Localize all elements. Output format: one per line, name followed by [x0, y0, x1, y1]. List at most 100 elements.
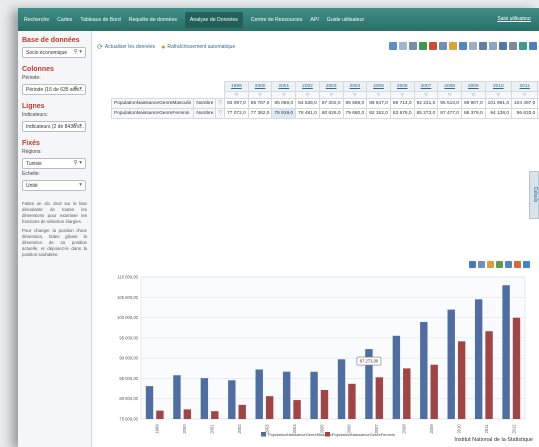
chart-bar[interactable]: [282, 371, 291, 419]
year-header[interactable]: 2001: [271, 81, 297, 92]
chart-bar[interactable]: [420, 322, 428, 419]
table-cell[interactable]: 98 907,0: [460, 98, 486, 109]
year-header[interactable]: 2010: [484, 81, 513, 92]
chart-bar[interactable]: [255, 369, 263, 419]
year-header[interactable]: 1999: [224, 81, 249, 92]
stacked-chart-icon[interactable]: [496, 261, 503, 268]
column-filter-icon[interactable]: ▽: [437, 91, 462, 99]
grid-icon[interactable]: [489, 42, 497, 50]
table-cell[interactable]: 104 497,0: [510, 98, 539, 109]
table-cell[interactable]: 88 379,0: [460, 108, 486, 119]
table-cell[interactable]: 76 919,0: [271, 108, 297, 119]
export-excel-icon[interactable]: [419, 42, 427, 50]
map-icon[interactable]: [519, 42, 527, 50]
nav-tableaux-de-bord[interactable]: Tableaux de Bord: [80, 17, 120, 23]
details-tab[interactable]: Détails: [529, 171, 539, 219]
column-filter-icon[interactable]: ▽: [510, 91, 539, 99]
table-cell[interactable]: 87 202,0: [318, 98, 344, 109]
table-cell[interactable]: 85 787,0: [247, 98, 273, 109]
scatter-chart-icon[interactable]: [505, 261, 512, 268]
column-filter-icon[interactable]: ▽: [271, 91, 297, 99]
column-filter-icon[interactable]: ▽: [366, 91, 391, 99]
table-cell[interactable]: 95 513,0: [437, 98, 462, 109]
nav-guide-utilisateur[interactable]: Guide utilisateur: [327, 17, 365, 23]
year-header[interactable]: 2003: [318, 81, 344, 92]
export-pdf-icon[interactable]: [429, 42, 437, 50]
period-select[interactable]: Période (15 de 635 séle... ⚲ ▾: [22, 84, 86, 95]
table-cell[interactable]: 87 477,0: [437, 108, 462, 119]
chart-bar[interactable]: [485, 331, 493, 419]
table-cell[interactable]: 84 539,0: [295, 98, 320, 109]
chart-bar[interactable]: [320, 389, 329, 419]
row-filter-icon[interactable]: ▽: [215, 98, 226, 109]
table-cell[interactable]: 80 626,0: [318, 108, 344, 119]
search-dropdown-icon[interactable]: ⚲ ▾: [74, 49, 82, 55]
table-cell[interactable]: 77 362,0: [247, 108, 273, 119]
indicators-select[interactable]: Indicateurs (2 de 8436 s... ⚲ ▾: [22, 121, 86, 132]
column-filter-icon[interactable]: ▽: [413, 91, 439, 99]
search-dropdown-icon[interactable]: ⚲ ▾: [74, 86, 82, 92]
help-icon[interactable]: [529, 42, 537, 50]
nav-analyse-de-donnees[interactable]: Analyse de Données: [184, 11, 243, 28]
bar-chart-icon[interactable]: [469, 261, 476, 268]
scale-select[interactable]: Unité ▾: [22, 180, 86, 191]
row-label[interactable]: PopulationNaissanceGenreMasculin: [110, 98, 195, 109]
table-cell[interactable]: 94 138,0: [484, 108, 513, 119]
chart-toggle-icon[interactable]: [459, 42, 467, 50]
chart-bar[interactable]: [265, 396, 274, 419]
nav-centre-de-ressources[interactable]: Centre de Ressources: [251, 17, 303, 23]
print-icon[interactable]: [409, 42, 417, 50]
table-cell[interactable]: 85 069,0: [271, 98, 297, 109]
regions-select[interactable]: Tunisie ⚲ ▾: [22, 158, 86, 169]
year-header[interactable]: 2005: [366, 81, 391, 92]
table-view-icon[interactable]: [479, 42, 487, 50]
year-header[interactable]: 2000: [247, 81, 273, 92]
line-chart-icon[interactable]: [478, 261, 485, 268]
search-dropdown-icon[interactable]: ⚲ ▾: [74, 160, 82, 166]
column-filter-icon[interactable]: ▽: [342, 91, 368, 99]
globe-icon[interactable]: [523, 261, 530, 268]
year-header[interactable]: 2008: [437, 81, 462, 92]
year-header[interactable]: 2007: [413, 81, 439, 92]
chart-bar[interactable]: [403, 368, 411, 419]
table-cell[interactable]: 79 660,0: [342, 108, 368, 119]
nav-cartes[interactable]: Cartes: [57, 17, 72, 23]
chart-bar[interactable]: [392, 335, 401, 419]
sort-icon[interactable]: [439, 42, 447, 50]
filter-icon[interactable]: [449, 42, 457, 50]
chart-bar[interactable]: [293, 400, 301, 419]
settings-icon[interactable]: [509, 42, 517, 50]
year-header[interactable]: 2006: [389, 81, 415, 92]
column-filter-icon[interactable]: ▽: [224, 91, 249, 99]
area-chart-icon[interactable]: [487, 261, 494, 268]
chart-bar[interactable]: [474, 299, 483, 419]
columns-icon[interactable]: [499, 42, 507, 50]
chart-bar[interactable]: [310, 371, 318, 419]
table-cell[interactable]: 86 669,0: [342, 98, 368, 109]
chart-bar[interactable]: [228, 380, 236, 419]
table-cell[interactable]: 82 152,0: [366, 108, 391, 119]
table-cell[interactable]: 92 231,0: [413, 98, 439, 109]
chart-bar[interactable]: [348, 383, 356, 419]
column-filter-icon[interactable]: ▽: [295, 91, 320, 99]
search-dropdown-icon[interactable]: ⚲ ▾: [74, 123, 82, 129]
swap-axes-icon[interactable]: [469, 42, 477, 50]
database-select[interactable]: Socio économique ⚲ ▾: [22, 47, 86, 58]
chart-bar[interactable]: [211, 411, 219, 419]
year-header[interactable]: 2011: [510, 81, 539, 92]
forward-arrow-icon[interactable]: [399, 42, 407, 50]
chart-bar[interactable]: [238, 404, 246, 419]
year-header[interactable]: 2002: [295, 81, 320, 92]
refresh-data-button[interactable]: ⟳ Actualiser les données: [97, 43, 155, 51]
column-filter-icon[interactable]: ▽: [318, 91, 344, 99]
chart-bar[interactable]: [375, 377, 384, 419]
chart-bar[interactable]: [145, 386, 154, 419]
chart-bar[interactable]: [156, 410, 164, 419]
table-cell[interactable]: 77 072,0: [224, 108, 249, 119]
table-cell[interactable]: 85 273,0: [413, 108, 439, 119]
chart-bar[interactable]: [457, 341, 466, 419]
column-filter-icon[interactable]: ▽: [484, 91, 513, 99]
chart-bar[interactable]: [200, 378, 209, 419]
year-header[interactable]: 2004: [342, 81, 368, 92]
chart-bar[interactable]: [337, 359, 346, 419]
